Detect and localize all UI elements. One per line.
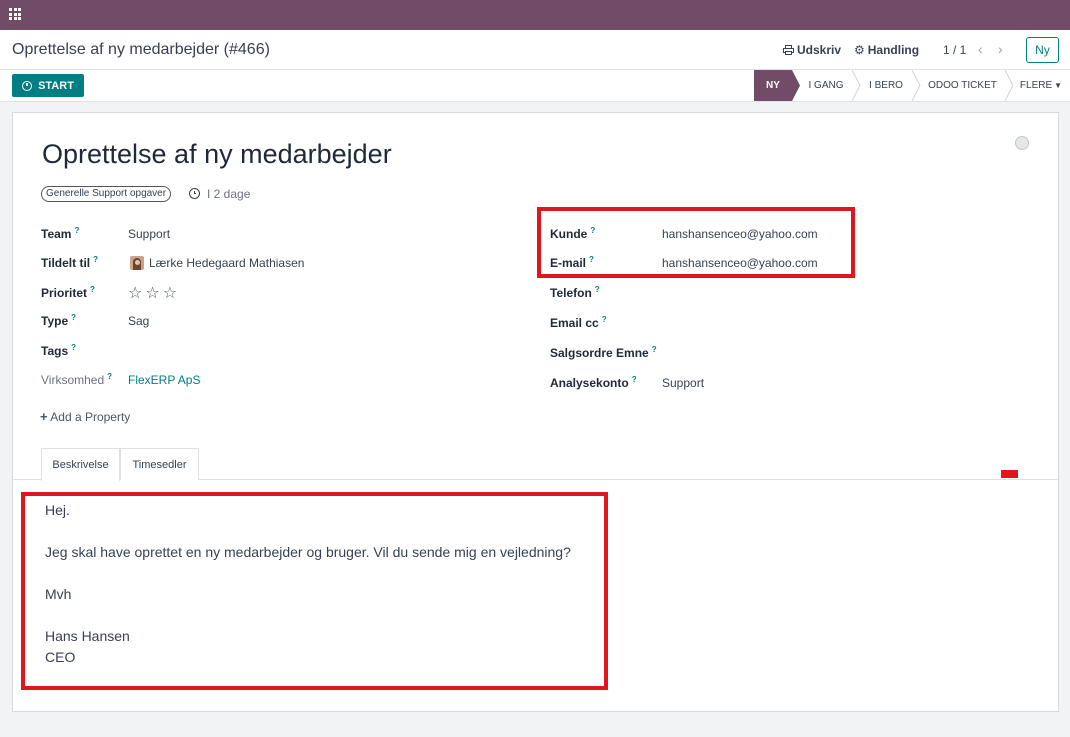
plus-icon: + [40,409,48,424]
field-label-email-cc: Email cc? [550,315,607,330]
stage-ny[interactable]: NY [754,70,792,101]
stage-i-bero[interactable]: I BERO [860,70,912,101]
start-label: START [38,79,74,92]
pager-previous-icon[interactable]: ‹ [978,41,983,57]
breadcrumb: Oprettelse af ny medarbejder (#466) [12,41,270,58]
field-label-team: Team? [41,226,80,241]
stage-more-label: FLERE [1019,80,1053,91]
power-icon [22,80,33,91]
control-panel: Oprettelse af ny medarbejder (#466) Udsk… [0,30,1070,70]
avatar [130,256,144,270]
stage-odoo-ticket[interactable]: ODOO TICKET [920,70,1005,101]
sales-order-input[interactable] [662,346,1022,360]
gear-icon: ⚙ [854,43,865,57]
field-label-phone: Telefon? [550,285,600,300]
start-button[interactable]: START [12,74,84,97]
highlight-marker [1001,470,1018,478]
field-label-sales-order: Salgsordre Emne? [550,345,657,360]
tab-timesheets[interactable]: Timesedler [120,448,199,480]
field-label-type: Type? [41,313,77,328]
stage-i-gang[interactable]: I GANG [800,70,852,101]
kanban-state-icon[interactable] [1015,136,1029,150]
pager-value[interactable]: 1 / 1 [943,43,966,57]
tab-description[interactable]: Beskrivelse [41,448,120,481]
caret-down-icon: ▼ [1054,81,1063,90]
add-property-button[interactable]: + Add a Property [40,409,130,424]
ticket-title[interactable]: Oprettelse af ny medarbejder [42,139,392,170]
deadline-text[interactable]: I 2 dage [207,187,250,201]
action-button[interactable]: ⚙ Handling [854,43,919,57]
add-property-label: Add a Property [50,410,131,424]
phone-input[interactable] [662,286,1022,300]
top-navbar [0,0,1070,30]
analytic-account-value[interactable]: Support [662,376,704,390]
print-icon [783,45,794,55]
apps-grid-icon[interactable] [9,8,21,20]
team-value[interactable]: Support [128,227,170,241]
print-label: Udskriv [797,43,842,57]
notebook-tabs: Beskrivelse Timesedler [13,448,1058,481]
clock-icon [189,188,200,199]
field-label-priority: Prioritet? [41,285,95,300]
stage-more-dropdown[interactable]: FLERE ▼ [1016,70,1066,101]
tags-input[interactable] [128,344,388,358]
priority-stars[interactable]: ☆☆☆ [128,283,180,303]
field-label-analytic-account: Analysekonto? [550,375,637,390]
highlight-box-description [21,492,608,690]
assigned-user-value[interactable]: Lærke Hedegaard Mathiasen [149,256,304,270]
type-value[interactable]: Sag [128,314,149,328]
action-label: Handling [867,43,920,57]
tag-badge[interactable]: Generelle Support opgaver [41,186,172,202]
pager-next-icon[interactable]: › [998,41,1003,57]
status-bar: START NY I GANG I BERO ODOO TICKET FLERE… [0,70,1070,102]
field-label-assigned: Tildelt til? [41,255,99,270]
field-label-company: Virksomhed? [41,372,113,387]
email-cc-input[interactable] [662,316,1022,330]
company-value[interactable]: FlexERP ApS [128,373,200,387]
new-button[interactable]: Ny [1026,37,1059,63]
highlight-box-customer-email [537,207,855,278]
field-label-tags: Tags? [41,343,77,358]
print-button[interactable]: Udskriv [783,43,841,57]
